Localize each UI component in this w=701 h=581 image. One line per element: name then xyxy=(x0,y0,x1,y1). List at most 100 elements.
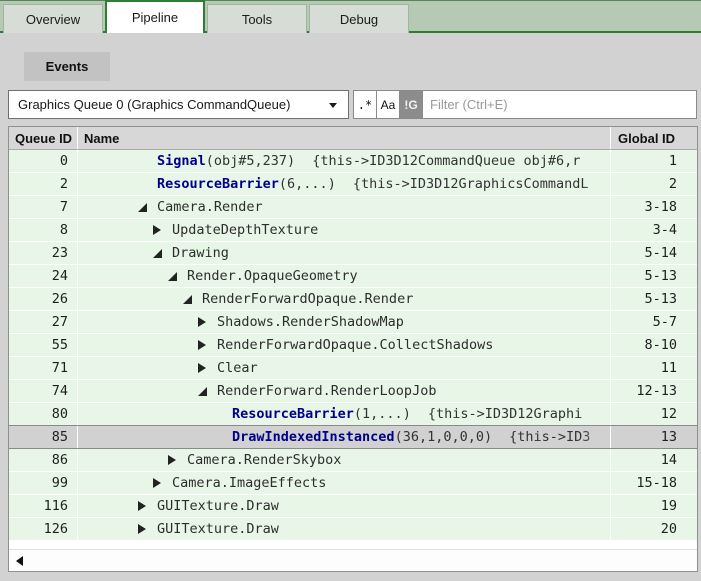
row-gutter xyxy=(689,265,697,287)
event-row[interactable]: 23Drawing5-14 xyxy=(9,242,697,265)
name-cell: GUITexture.Draw xyxy=(78,495,611,517)
collapse-arrow-icon[interactable] xyxy=(153,478,161,488)
row-gutter xyxy=(689,173,697,195)
global-id-cell: 15-18 xyxy=(611,472,689,494)
global-id-cell: 5-13 xyxy=(611,288,689,310)
row-gutter xyxy=(689,495,697,517)
events-dock-tab[interactable]: Events xyxy=(24,52,110,81)
global-id-cell: 1 xyxy=(611,150,689,172)
api-call-params: (6,...) xyxy=(279,176,336,192)
queue-id-cell: 0 xyxy=(9,150,78,172)
event-row[interactable]: 8UpdateDepthTexture3-4 xyxy=(9,219,697,242)
marker-label: Clear xyxy=(217,360,258,376)
event-row[interactable]: 7Camera.Render3-18 xyxy=(9,196,697,219)
api-call-params: (36,1,0,0,0) xyxy=(395,429,493,445)
global-id-cell: 13 xyxy=(611,426,689,448)
api-call-params: (1,...) xyxy=(354,406,411,422)
name-cell: RenderForward.RenderLoopJob xyxy=(78,380,611,402)
marker-label: Shadows.RenderShadowMap xyxy=(217,314,404,330)
queue-id-cell: 86 xyxy=(9,449,78,471)
event-row[interactable]: 71 Clear 11 xyxy=(9,357,697,380)
queue-select-dropdown[interactable]: Graphics Queue 0 (Graphics CommandQueue) xyxy=(8,90,349,119)
collapse-arrow-icon[interactable] xyxy=(153,225,161,235)
event-row[interactable]: 2ResourceBarrier(6,...){this->ID3D12Grap… xyxy=(9,173,697,196)
row-gutter xyxy=(689,311,697,333)
collapse-arrow-icon[interactable] xyxy=(198,363,206,373)
name-cell: RenderForwardOpaque.CollectShadows xyxy=(78,334,611,356)
tab-tools[interactable]: Tools xyxy=(207,4,307,33)
row-gutter xyxy=(689,334,697,356)
event-row[interactable]: 24Render.OpaqueGeometry5-13 xyxy=(9,265,697,288)
name-cell: Drawing xyxy=(78,242,611,264)
queue-id-cell: 8 xyxy=(9,219,78,241)
queue-id-cell: 55 xyxy=(9,334,78,356)
name-cell: Render.OpaqueGeometry xyxy=(78,265,611,287)
api-call-name: Signal xyxy=(157,153,206,169)
event-row[interactable]: 27Shadows.RenderShadowMap5-7 xyxy=(9,311,697,334)
column-header-queue-id[interactable]: Queue ID xyxy=(9,127,78,149)
name-cell: Clear xyxy=(78,357,611,379)
horizontal-scrollbar[interactable] xyxy=(9,549,697,571)
regex-toggle-button[interactable]: .* xyxy=(353,90,376,119)
global-id-cell: 5-13 xyxy=(611,265,689,287)
marker-label: RenderForwardOpaque.Render xyxy=(202,291,413,307)
collapse-arrow-icon[interactable] xyxy=(198,317,206,327)
expand-arrow-icon[interactable] xyxy=(198,387,207,396)
column-header-name[interactable]: Name xyxy=(78,127,611,149)
name-cell: UpdateDepthTexture xyxy=(78,219,611,241)
literal-toggle-button[interactable]: !G xyxy=(399,90,422,119)
collapse-arrow-icon[interactable] xyxy=(138,524,146,534)
queue-id-cell: 7 xyxy=(9,196,78,218)
collapse-arrow-icon[interactable] xyxy=(198,340,206,350)
event-row[interactable]: 26RenderForwardOpaque.Render5-13 xyxy=(9,288,697,311)
marker-label: UpdateDepthTexture xyxy=(172,222,318,238)
queue-id-cell: 23 xyxy=(9,242,78,264)
api-call-params: (obj#5,237) xyxy=(206,153,295,169)
expand-arrow-icon[interactable] xyxy=(153,249,162,258)
marker-label: Drawing xyxy=(172,245,229,261)
global-id-cell: 20 xyxy=(611,518,689,540)
row-gutter xyxy=(689,288,697,310)
collapse-arrow-icon[interactable] xyxy=(138,501,146,511)
column-header-global-id[interactable]: Global ID xyxy=(611,127,689,149)
marker-label: RenderForwardOpaque.CollectShadows xyxy=(217,337,493,353)
name-cell: RenderForwardOpaque.Render xyxy=(78,288,611,310)
row-gutter xyxy=(689,403,697,425)
event-row[interactable]: 74RenderForward.RenderLoopJob12-13 xyxy=(9,380,697,403)
collapse-arrow-icon[interactable] xyxy=(168,455,176,465)
tab-pipeline[interactable]: Pipeline xyxy=(105,0,205,33)
scroll-left-arrow-icon[interactable] xyxy=(16,556,23,566)
event-row[interactable]: 116GUITexture.Draw19 xyxy=(9,495,697,518)
event-row[interactable]: 85DrawIndexedInstanced(36,1,0,0,0){this-… xyxy=(9,425,697,449)
event-tree: Queue ID Name Global ID 0 Signal(obj#5,23… xyxy=(8,126,698,572)
name-cell: ResourceBarrier(6,...){this->ID3D12Graph… xyxy=(78,173,611,195)
expand-arrow-icon[interactable] xyxy=(183,295,192,304)
api-call-detail: {this->ID3D12GraphicsCommandL xyxy=(353,176,589,192)
event-row[interactable]: 55RenderForwardOpaque.CollectShadows8-10 xyxy=(9,334,697,357)
global-id-cell: 19 xyxy=(611,495,689,517)
event-row[interactable]: 99 Camera.ImageEffects 15-18 xyxy=(9,472,697,495)
row-gutter xyxy=(689,518,697,540)
event-row[interactable]: 126GUITexture.Draw20 xyxy=(9,518,697,541)
name-cell: Shadows.RenderShadowMap xyxy=(78,311,611,333)
tab-bar: Overview PipelineToolsDebug xyxy=(0,0,701,33)
event-row[interactable]: 0Signal(obj#5,237){this->ID3D12CommandQu… xyxy=(9,150,697,173)
case-sensitive-toggle-button[interactable]: Aa xyxy=(376,90,399,119)
marker-label: Camera.Render xyxy=(157,199,263,215)
queue-id-cell: 24 xyxy=(9,265,78,287)
queue-id-cell: 71 xyxy=(9,357,78,379)
tab-debug[interactable]: Debug xyxy=(309,4,409,33)
tab-overview[interactable]: Overview xyxy=(3,4,103,33)
expand-arrow-icon[interactable] xyxy=(168,272,177,281)
marker-label: Camera.ImageEffects xyxy=(172,475,326,491)
expand-arrow-icon[interactable] xyxy=(138,203,147,212)
global-id-cell: 14 xyxy=(611,449,689,471)
global-id-cell: 11 xyxy=(611,357,689,379)
queue-id-cell: 99 xyxy=(9,472,78,494)
event-row[interactable]: 86Camera.RenderSkybox14 xyxy=(9,449,697,472)
filter-input[interactable] xyxy=(422,90,697,119)
event-row[interactable]: 80ResourceBarrier(1,...){this->ID3D12Gra… xyxy=(9,403,697,426)
api-call-name: DrawIndexedInstanced xyxy=(232,429,395,445)
name-cell: Camera.Render xyxy=(78,196,611,218)
tab-label: Overview xyxy=(26,12,80,27)
